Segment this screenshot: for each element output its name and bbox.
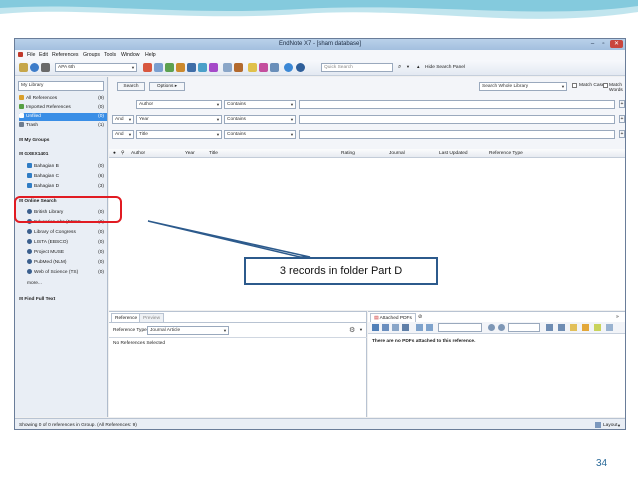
slide: EndNote X7 - [sham database] – ▫ ✕ File … xyxy=(0,0,638,479)
callout-text: 3 records in folder Part D xyxy=(244,257,438,285)
page-number: 34 xyxy=(596,458,608,469)
callout-pointer xyxy=(147,220,311,258)
